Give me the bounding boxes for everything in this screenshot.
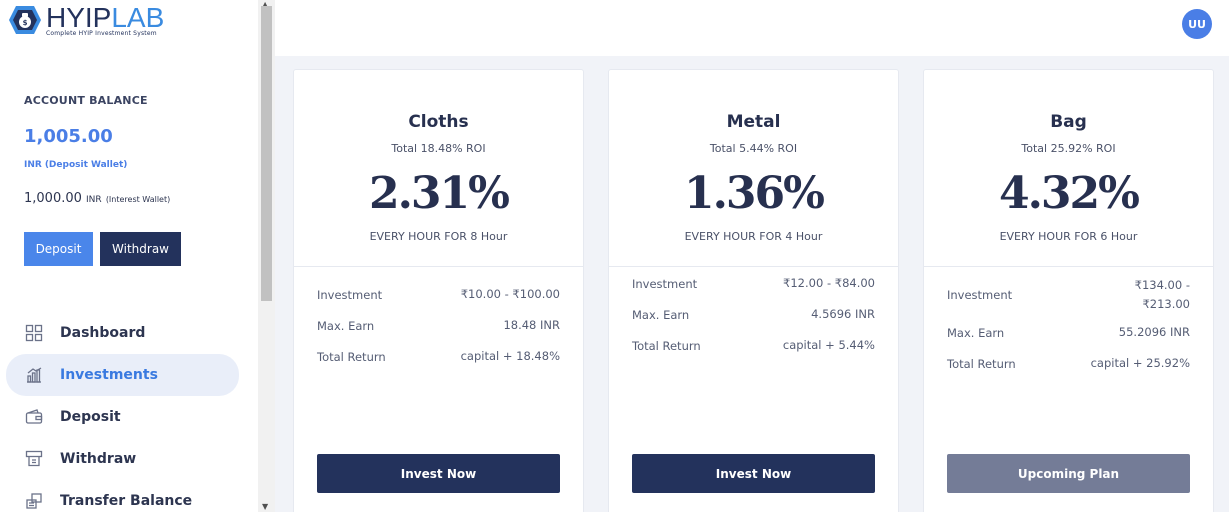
interest-wallet-balance: 1,000.00 INR (Interest Wallet) <box>24 191 171 206</box>
sidebar-item-label: Dashboard <box>60 325 146 341</box>
plan-total-roi: Total 18.48% ROI <box>391 142 486 155</box>
card-divider <box>924 266 1213 267</box>
detail-row-investment: Investment ₹12.00 - ₹84.00 <box>632 276 875 291</box>
sidebar-item-label: Transfer Balance <box>60 493 193 509</box>
detail-row-total-return: Total Return capital + 5.44% <box>632 338 875 353</box>
plan-frequency: EVERY HOUR FOR 8 Hour <box>369 230 508 243</box>
invest-now-button[interactable]: Invest Now <box>632 454 875 493</box>
plan-details: Investment ₹12.00 - ₹84.00 Max. Earn 4.569… <box>632 268 875 361</box>
scrollbar-thumb[interactable] <box>261 6 272 301</box>
logo-badge-icon: $ <box>8 4 42 36</box>
deposit-button[interactable]: Deposit <box>24 232 93 266</box>
user-avatar[interactable]: UU <box>1182 9 1212 39</box>
sidebar-item-label: Deposit <box>60 409 121 425</box>
sidebar-item-dashboard[interactable]: Dashboard <box>6 312 239 354</box>
sidebar-nav: Dashboard Investments Deposit Withdraw T… <box>6 312 239 512</box>
plan-rate: 4.32% <box>999 168 1140 219</box>
card-divider <box>609 266 898 267</box>
sidebar-item-deposit[interactable]: Deposit <box>6 396 239 438</box>
detail-row-investment: Investment ₹10.00 - ₹100.00 <box>317 287 560 302</box>
plan-name: Cloths <box>408 112 469 132</box>
sidebar-item-label: Withdraw <box>60 451 137 467</box>
detail-row-max-earn: Max. Earn 55.2096 INR <box>947 325 1190 340</box>
plan-rate: 2.31% <box>369 168 510 219</box>
plan-frequency: EVERY HOUR FOR 6 Hour <box>999 230 1138 243</box>
sidebar-item-label: Investments <box>60 367 158 383</box>
upcoming-plan-button[interactable]: Upcoming Plan <box>947 454 1190 493</box>
atm-icon <box>24 449 44 469</box>
dashboard-icon <box>24 323 44 343</box>
withdraw-button[interactable]: Withdraw <box>100 232 181 266</box>
sidebar-item-transfer-balance[interactable]: Transfer Balance <box>6 480 239 512</box>
svg-text:$: $ <box>23 19 28 27</box>
transfer-icon <box>24 491 44 511</box>
plan-total-roi: Total 25.92% ROI <box>1021 142 1116 155</box>
card-divider <box>294 266 583 267</box>
wallet-icon <box>24 407 44 427</box>
deposit-wallet-amount: 1,005.00 <box>24 126 113 147</box>
account-balance-title: ACCOUNT BALANCE <box>24 94 148 107</box>
plan-name: Metal <box>726 112 781 132</box>
plan-details: Investment ₹134.00 - ₹213.00 Max. Earn 55.2… <box>947 273 1190 379</box>
sidebar-item-withdraw[interactable]: Withdraw <box>6 438 239 480</box>
app-root: $ HYIPLAB Complete HYIP Investment Syste… <box>0 0 1229 512</box>
plan-total-roi: Total 5.44% ROI <box>709 142 798 155</box>
plan-name: Bag <box>1050 112 1087 132</box>
plan-frequency: EVERY HOUR FOR 4 Hour <box>684 230 823 243</box>
deposit-wallet-label: INR (Deposit Wallet) <box>24 160 128 170</box>
invest-now-button[interactable]: Invest Now <box>317 454 560 493</box>
detail-row-total-return: Total Return capital + 18.48% <box>317 349 560 364</box>
detail-row-max-earn: Max. Earn 4.5696 INR <box>632 307 875 322</box>
scroll-down-arrow-icon[interactable]: ▼ <box>262 502 268 511</box>
plan-rate: 1.36% <box>684 168 825 219</box>
detail-row-investment: Investment ₹134.00 - ₹213.00 <box>947 278 1190 311</box>
detail-row-total-return: Total Return capital + 25.92% <box>947 356 1190 371</box>
sidebar: $ HYIPLAB Complete HYIP Investment Syste… <box>0 0 258 512</box>
plan-card: Metal Total 5.44% ROI 1.36% EVERY HOUR F… <box>608 69 899 512</box>
sidebar-scrollbar[interactable]: ▲ ▼ <box>258 0 275 512</box>
top-header: UU <box>275 0 1229 56</box>
sidebar-item-investments[interactable]: Investments <box>6 354 239 396</box>
brand-tagline: Complete HYIP Investment System <box>46 30 157 37</box>
plan-card: Cloths Total 18.48% ROI 2.31% EVERY HOUR… <box>293 69 584 512</box>
brand-name: HYIPLAB <box>46 2 165 33</box>
investments-icon <box>24 365 44 385</box>
brand-logo[interactable]: $ HYIPLAB Complete HYIP Investment Syste… <box>8 4 164 37</box>
plan-details: Investment ₹10.00 - ₹100.00 Max. Earn 18.4… <box>317 279 560 372</box>
detail-row-max-earn: Max. Earn 18.48 INR <box>317 318 560 333</box>
plan-card: Bag Total 25.92% ROI 4.32% EVERY HOUR FO… <box>923 69 1214 512</box>
